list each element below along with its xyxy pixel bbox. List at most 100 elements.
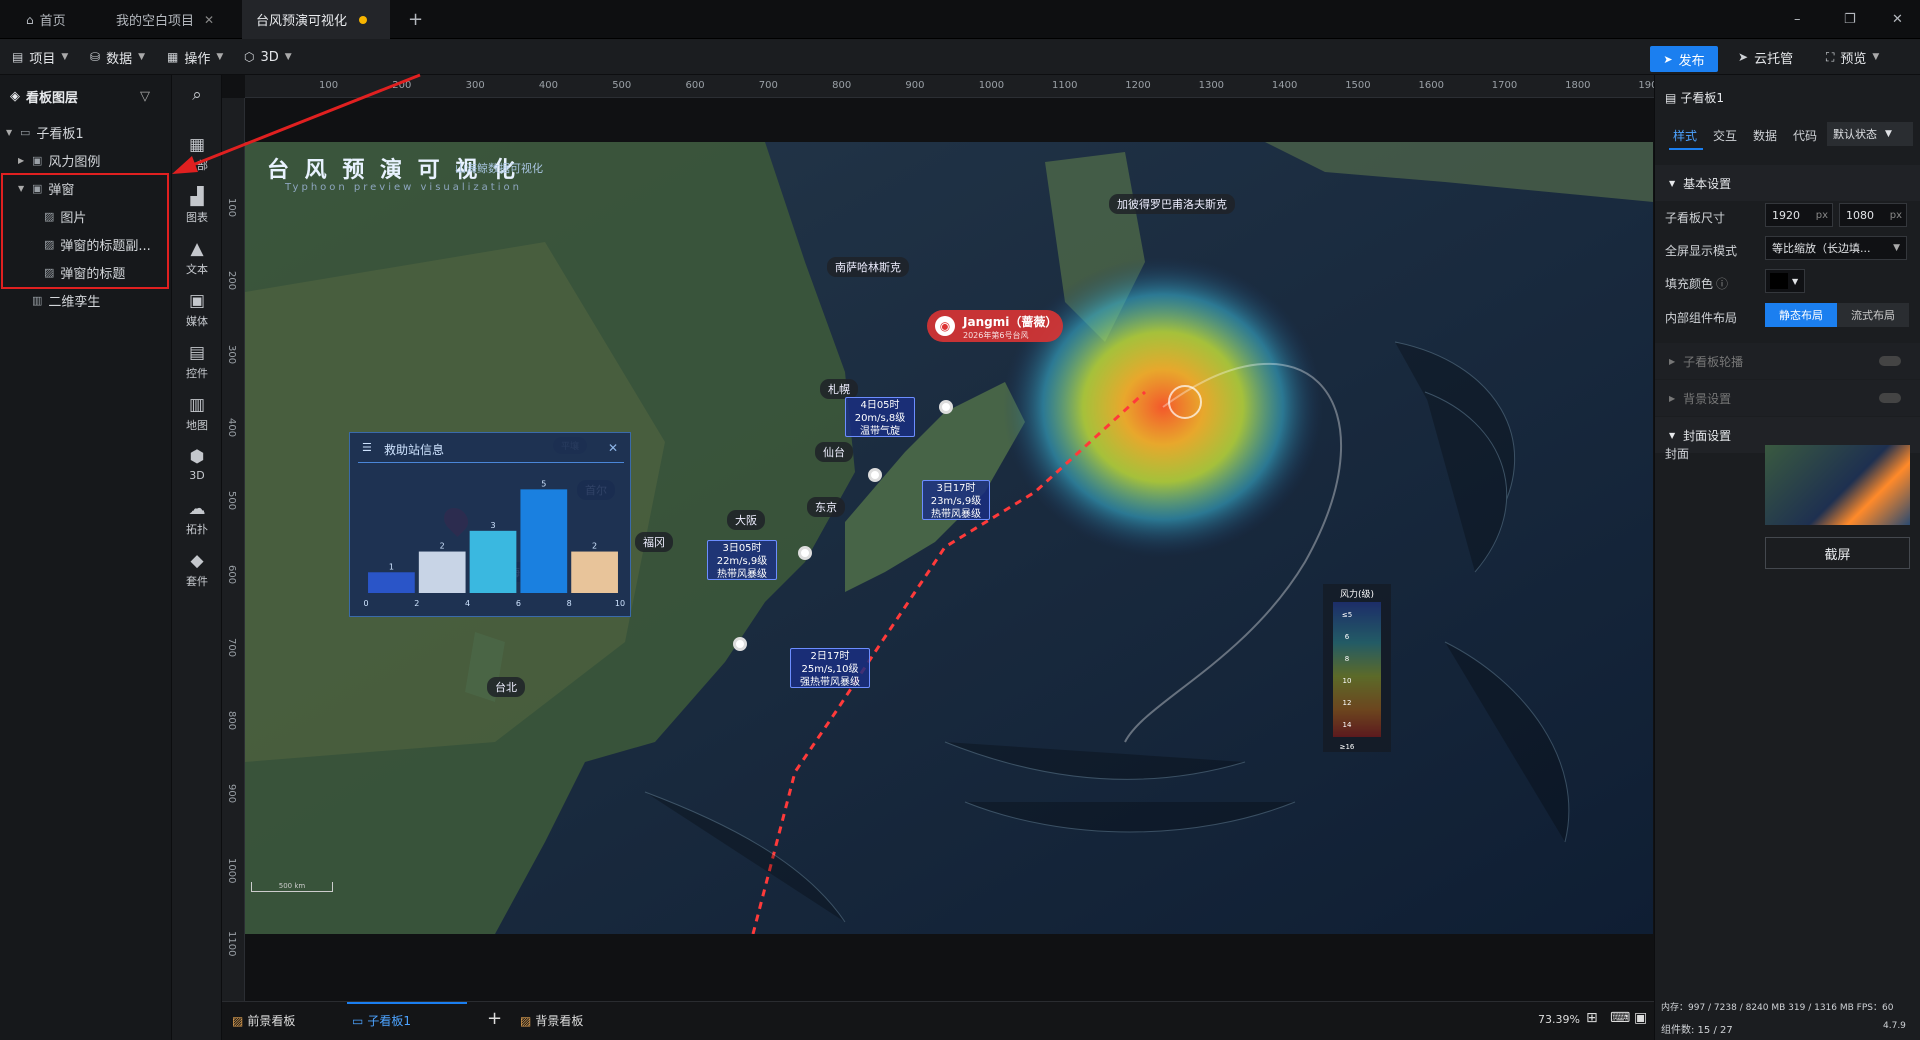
track-point-marker[interactable]	[733, 637, 747, 651]
menu-project-label: 项目	[29, 51, 56, 67]
layer-sub-board[interactable]: ▼ ▭ 子看板1	[6, 119, 84, 145]
popup-close-icon[interactable]: ✕	[608, 441, 618, 455]
tab-interaction[interactable]: 交互	[1713, 127, 1737, 144]
tab-typhoon[interactable]: 台风预演可视化	[242, 0, 390, 39]
tool-3d[interactable]: ⬢ 3D	[172, 447, 222, 482]
ruler-tick-label: 700	[226, 637, 237, 657]
layers-icon: ◈	[10, 88, 20, 104]
ruler-tick-label: 300	[465, 80, 485, 91]
tab-style[interactable]: 样式	[1673, 127, 1697, 144]
map-icon: ▥	[188, 395, 206, 415]
tool-label: 图表	[186, 211, 208, 224]
list-icon: ☰	[362, 441, 372, 454]
width-value: 1920	[1772, 208, 1800, 222]
city-label: 仙台	[815, 442, 853, 462]
tool-control[interactable]: ▤ 控件	[172, 343, 222, 381]
chart-data-label: 1	[389, 562, 394, 571]
new-tab-button[interactable]: +	[394, 0, 437, 39]
cloud-hosting-button[interactable]: ➤ 云托管	[1738, 39, 1793, 75]
popup-title: 救助站信息	[384, 443, 445, 457]
height-input[interactable]: 1080 px	[1839, 203, 1907, 227]
tab-code[interactable]: 代码	[1793, 127, 1817, 144]
zoom-level[interactable]: 73.39%	[1538, 1013, 1580, 1026]
screenshot-button[interactable]: 截屏	[1765, 537, 1910, 569]
tool-chart[interactable]: ▟ 图表	[172, 187, 222, 225]
tool-kit[interactable]: ◆ 套件	[172, 551, 222, 589]
menu-project[interactable]: ▤ 项目 ▼	[12, 39, 68, 75]
fullscreen-icon: ⛶	[1826, 49, 1835, 64]
layer-2d-twin[interactable]: ▥ 二维孪生	[32, 287, 100, 313]
popup-bar-chart: 1 2 3 5 2 0 2 4 6 8 10	[363, 479, 625, 608]
tool-media[interactable]: ▣ 媒体	[172, 291, 222, 329]
group-icon: ▣	[32, 153, 43, 167]
terminal-icon[interactable]: ▣	[1634, 1010, 1647, 1026]
menu-data[interactable]: ⛁ 数据 ▼	[90, 39, 145, 75]
publish-button[interactable]: ➤ 发布	[1650, 46, 1718, 72]
chart-bar	[418, 551, 466, 593]
layout-flow-button[interactable]: 流式布局	[1837, 303, 1909, 327]
cover-thumbnail[interactable]	[1765, 445, 1910, 525]
tool-map[interactable]: ▥ 地图	[172, 395, 222, 433]
tool-label: 地图	[186, 419, 208, 432]
tab-back-board[interactable]: ▨ 背景看板	[520, 1012, 583, 1029]
typhoon-map-canvas[interactable]: 台 风 预 演 可 视 化 山海鲸数据可视化 Typhoon preview v…	[245, 142, 1653, 934]
caret-down-icon: ▼	[6, 127, 13, 137]
city-label: 南萨哈林斯克	[827, 257, 909, 277]
tab-blank-project[interactable]: 我的空白项目 ✕	[102, 0, 228, 39]
fit-screen-icon[interactable]: ⊞	[1586, 1010, 1598, 1026]
layer-label: 二维孪生	[48, 294, 101, 310]
chart-tick-label: 8	[567, 599, 572, 608]
tool-label: 媒体	[186, 315, 208, 328]
section-basic-settings[interactable]: ▼ 基本设置	[1655, 165, 1920, 201]
city-label: 加彼得罗巴甫洛夫斯克	[1109, 194, 1235, 214]
file-icon: ▤	[12, 50, 24, 64]
tool-topology[interactable]: ☁ 拓扑	[172, 499, 222, 537]
add-board-button[interactable]: +	[487, 1008, 502, 1029]
cube-icon: ⬡	[244, 50, 255, 64]
filter-icon[interactable]: ▽	[140, 89, 150, 104]
minimize-icon: –	[1794, 12, 1801, 27]
track-point-marker[interactable]	[939, 400, 953, 414]
track-point-card[interactable]: 4日05时 20m/s,8级 温带气旋	[845, 397, 915, 437]
width-input[interactable]: 1920 px	[1765, 203, 1833, 227]
minimize-button[interactable]: –	[1780, 0, 1815, 39]
card-level: 热带风暴级	[931, 509, 981, 520]
tab-front-label: 前景看板	[247, 1014, 296, 1028]
chart-tick-label: 4	[465, 599, 470, 608]
restore-button[interactable]: ❐	[1830, 0, 1870, 39]
fill-color-picker[interactable]: ▼	[1765, 269, 1805, 293]
card-speed: 20m/s,8级	[854, 413, 906, 424]
tab-sub-board[interactable]: ▭ 子看板1	[352, 1012, 411, 1029]
close-window-button[interactable]: ✕	[1878, 0, 1917, 39]
ruler-tick-label: 1500	[1345, 80, 1371, 91]
typhoon-name-badge[interactable]: ◉ Jangmi（蔷薇） 2026年第6号台风	[927, 310, 1063, 342]
restore-icon: ❐	[1844, 12, 1856, 27]
highlight-box	[1, 173, 169, 289]
tool-label: 拓扑	[186, 523, 208, 536]
state-select[interactable]: 默认状态 ▼	[1827, 122, 1913, 146]
toggle-switch[interactable]	[1879, 356, 1901, 366]
toggle-switch[interactable]	[1879, 393, 1901, 403]
track-point-card[interactable]: 3日05时 22m/s,9级 热带风暴级	[707, 540, 777, 580]
keyboard-icon[interactable]: ⌨	[1610, 1010, 1630, 1026]
card-speed: 22m/s,9级	[716, 556, 768, 567]
chart-tick-label: 0	[363, 599, 368, 608]
track-point-card[interactable]: 2日17时 25m/s,10级 强热带风暴级	[790, 648, 870, 688]
close-icon[interactable]: ✕	[204, 13, 214, 27]
card-level: 强热带风暴级	[800, 677, 860, 688]
tab-data[interactable]: 数据	[1753, 127, 1777, 144]
preview-button[interactable]: ⛶ 预览 ▼	[1826, 39, 1879, 75]
tool-text[interactable]: ▲ 文本	[172, 239, 222, 277]
fullscreen-select[interactable]: 等比缩放（长边填... ▼	[1765, 236, 1907, 260]
caret-right-icon: ▶	[1669, 356, 1676, 366]
layer-wind-legend[interactable]: ▶ ▣ 风力图例	[18, 147, 100, 173]
track-point-card[interactable]: 3日17时 23m/s,9级 热带风暴级	[922, 480, 990, 520]
track-point-marker[interactable]	[798, 546, 812, 560]
tab-front-board[interactable]: ▨ 前景看板	[232, 1012, 295, 1029]
tab-home[interactable]: ⌂ 首页	[12, 0, 80, 39]
section-background[interactable]: ▶ 背景设置	[1655, 380, 1920, 416]
section-carousel[interactable]: ▶ 子看板轮播	[1655, 343, 1920, 379]
track-point-marker[interactable]	[868, 468, 882, 482]
kit-icon: ◆	[190, 551, 204, 571]
layout-static-button[interactable]: 静态布局	[1765, 303, 1837, 327]
